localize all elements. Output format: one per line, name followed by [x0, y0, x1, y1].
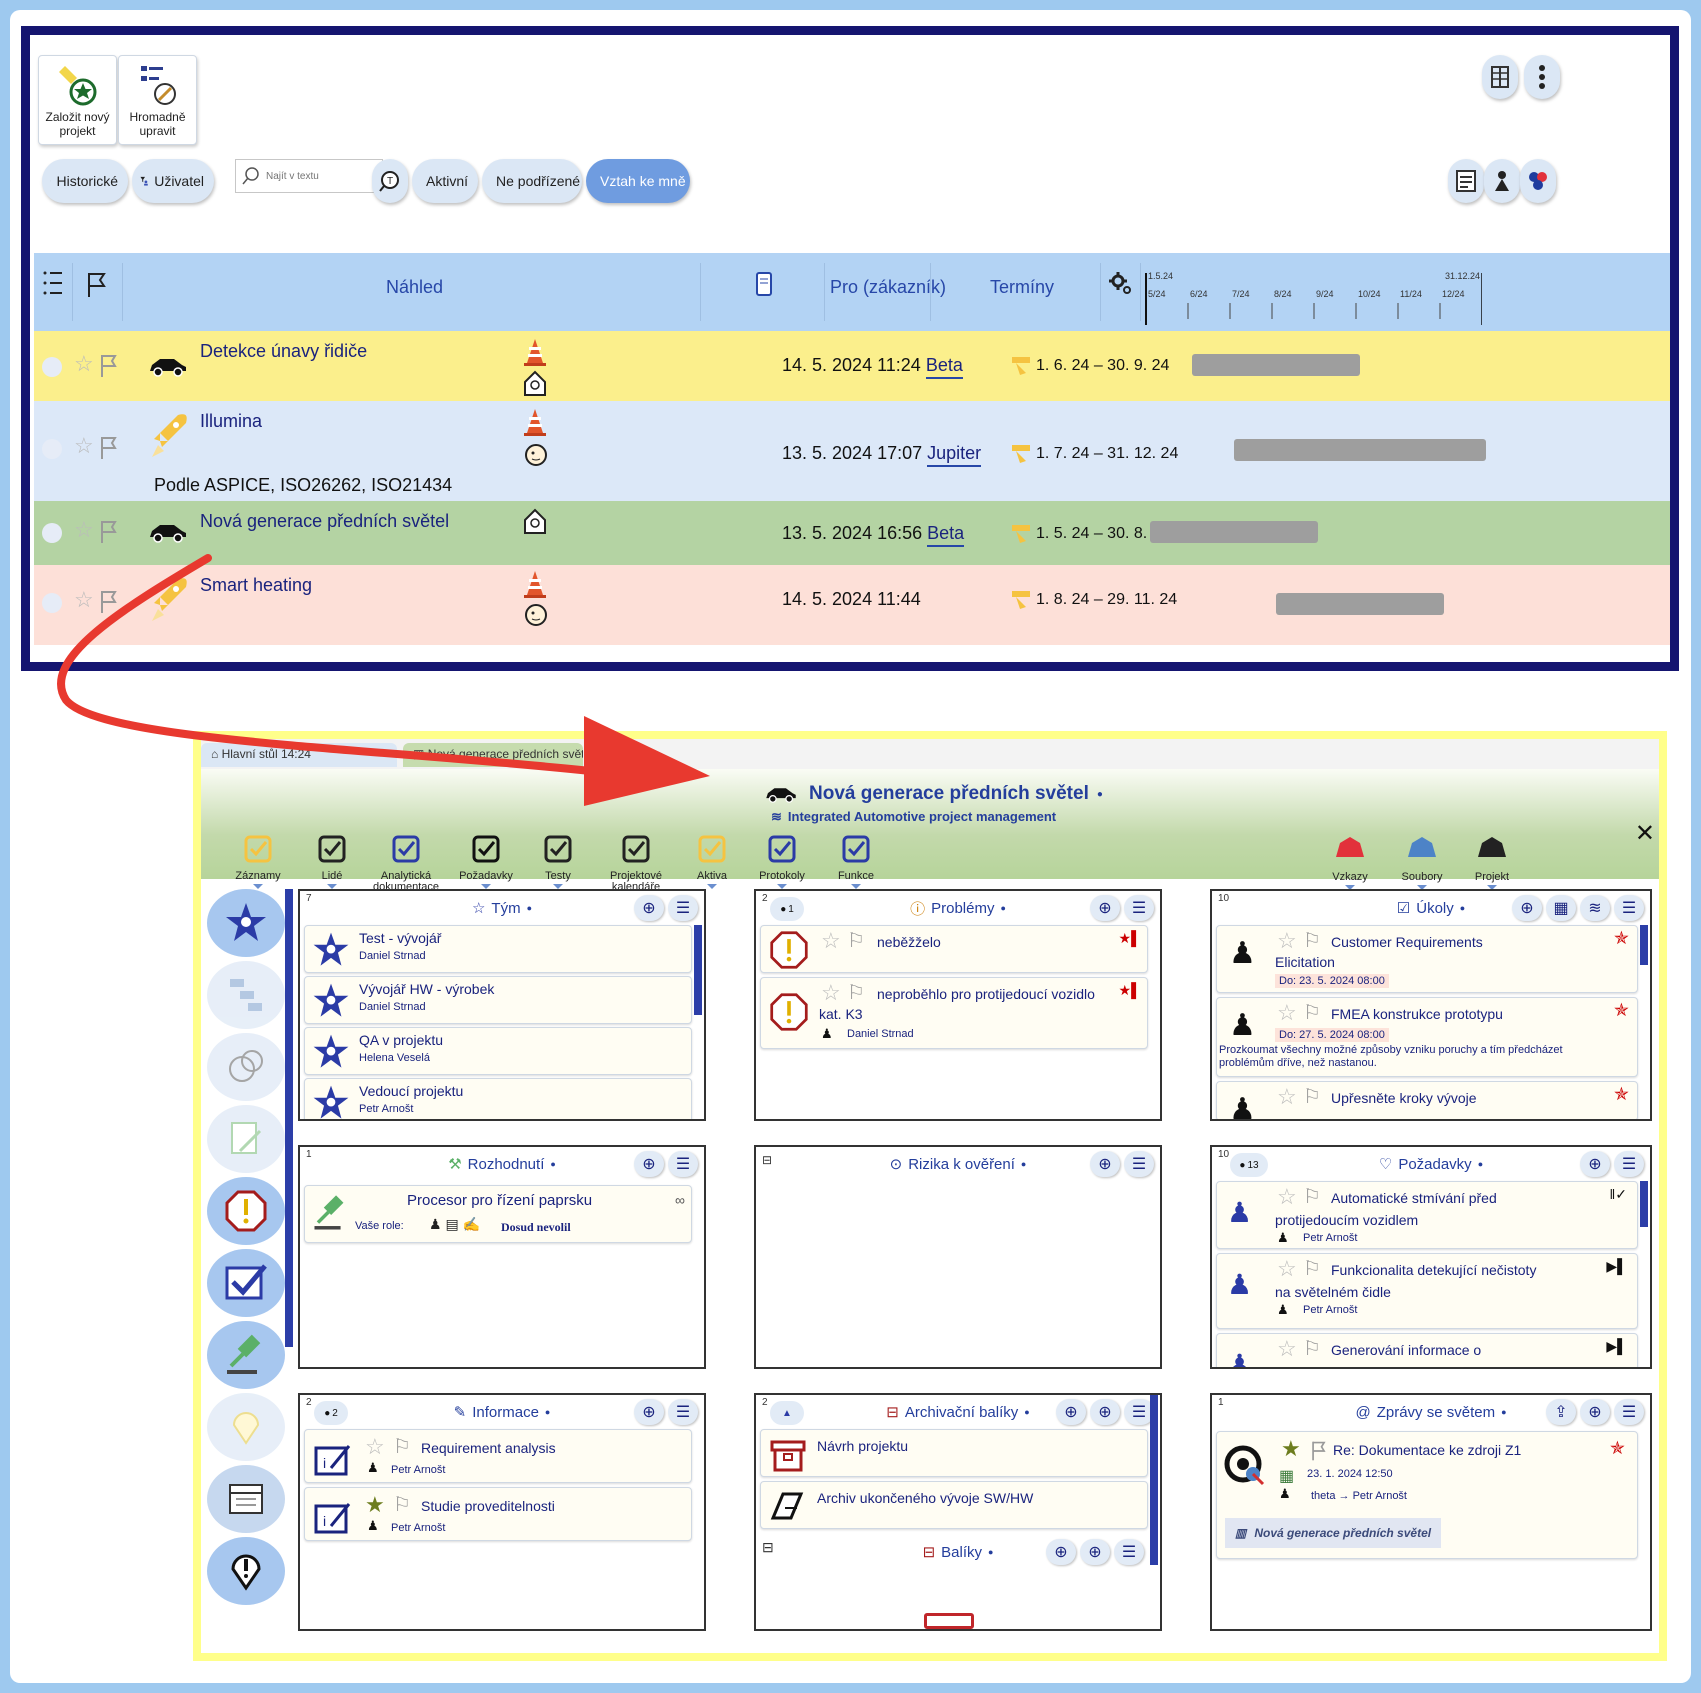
annotation-arrow — [57, 554, 710, 806]
